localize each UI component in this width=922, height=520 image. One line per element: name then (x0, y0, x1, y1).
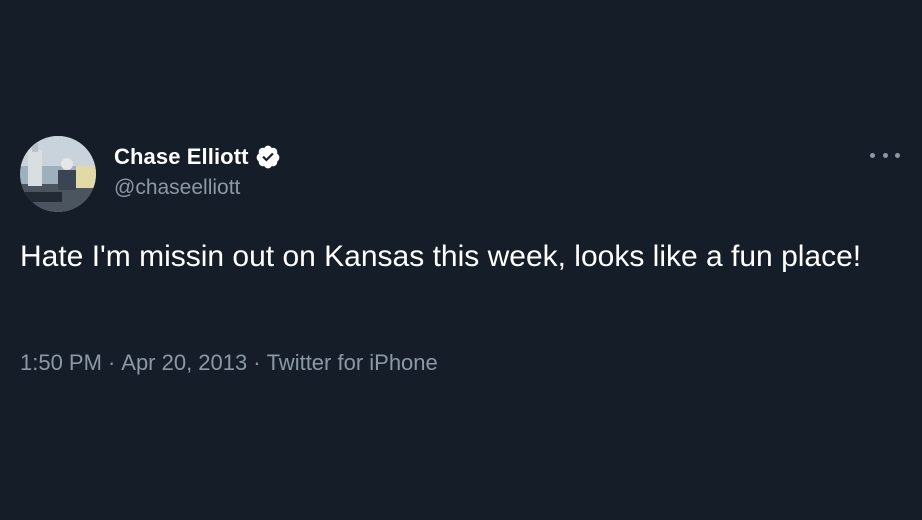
avatar-image (20, 136, 96, 212)
display-name[interactable]: Chase Elliott (114, 144, 249, 170)
verified-badge-icon (255, 144, 281, 170)
tweet-text: Hate I'm missin out on Kansas this week,… (20, 240, 862, 273)
separator: · (253, 350, 261, 375)
avatar[interactable] (20, 136, 96, 212)
tweet-card: Chase Elliott @chaseelliott Hate I'm mis… (0, 0, 922, 520)
dot (882, 152, 888, 158)
tweet-date[interactable]: Apr 20, 2013 (121, 350, 247, 376)
author-name-row[interactable]: Chase Elliott (114, 144, 281, 170)
dot (895, 152, 900, 158)
more-horizontal-icon[interactable] (870, 144, 900, 166)
separator: · (107, 350, 116, 375)
tweet-time[interactable]: 1:50 PM (20, 350, 102, 376)
dot (870, 152, 875, 158)
tweet-source[interactable]: Twitter for iPhone (267, 350, 438, 376)
author-handle[interactable]: @chaseelliott (114, 176, 240, 200)
tweet-metadata: 1:50 PM · Apr 20, 2013 · Twitter for iPh… (20, 350, 438, 376)
